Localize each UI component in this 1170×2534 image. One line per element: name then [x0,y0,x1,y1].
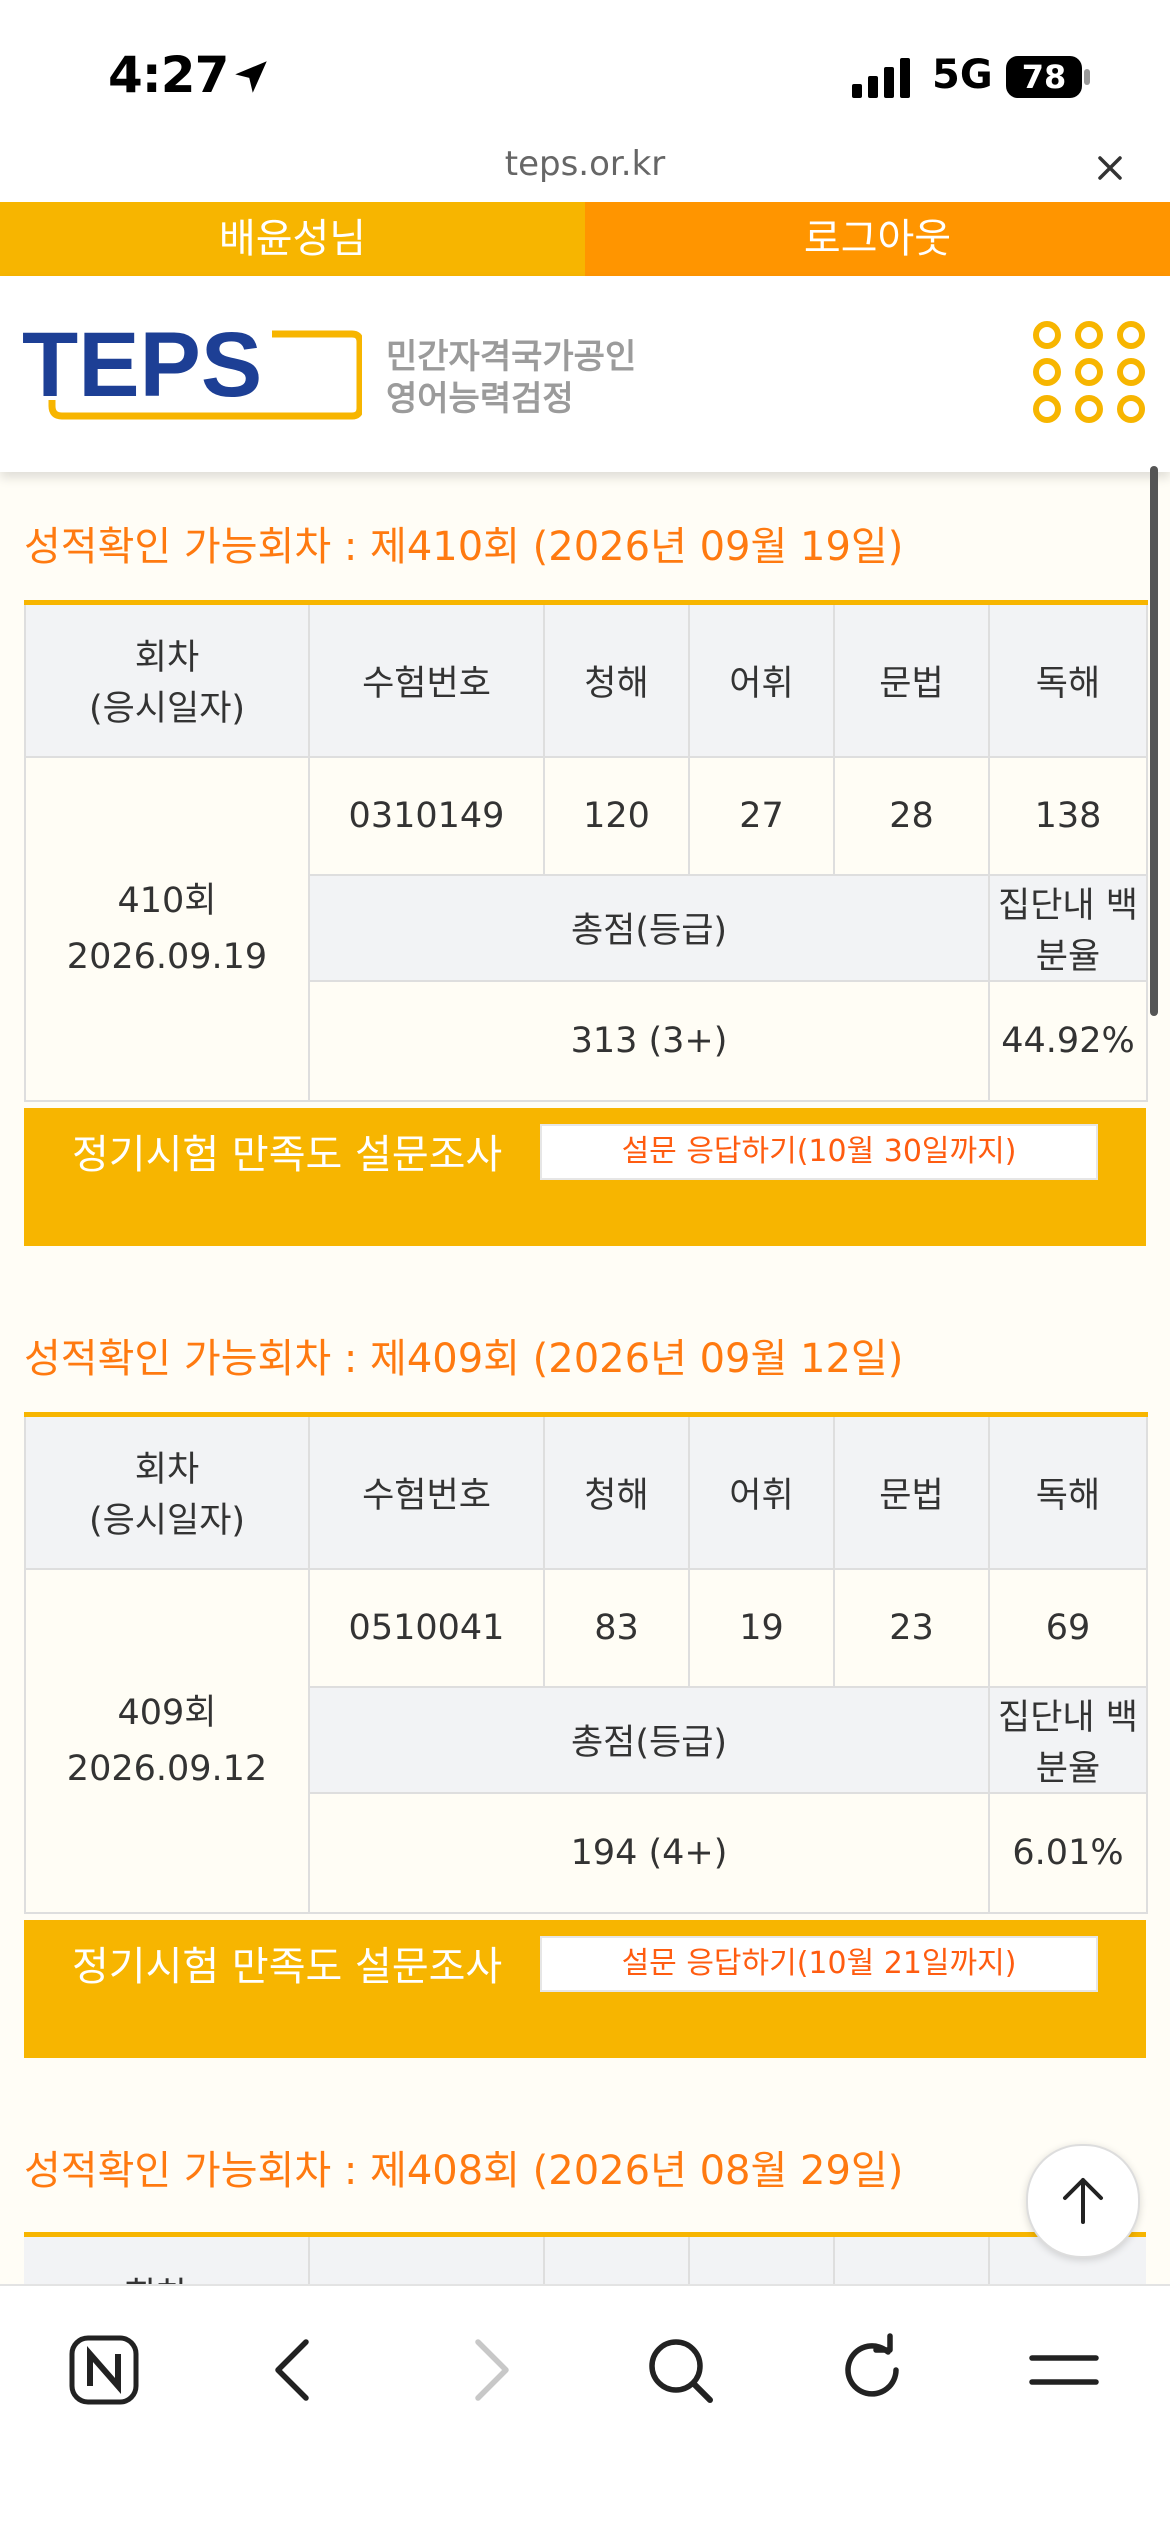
result-409-title: 성적확인 가능회차 : 제409회 (2026년 09월 12일) [24,1336,904,1382]
header-grammar: 문법 [833,601,990,758]
total-score: 194 (4+) [308,1791,990,1914]
forward-icon[interactable] [448,2330,528,2410]
survey-button[interactable]: 설문 응답하기(10월 21일까지) [540,1936,1098,1992]
header-exam-number: 수험번호 [308,1413,545,1570]
header-session: 회차 [124,2267,188,2284]
svg-text:TEPS: TEPS [22,316,262,416]
teps-logo[interactable]: TEPS [22,316,362,426]
header-vocabulary: 어휘 [688,601,835,758]
survey-button[interactable]: 설문 응답하기(10월 30일까지) [540,1124,1098,1180]
header-session-label: 회차 [134,1450,200,1491]
arrow-up-icon [1063,2178,1103,2224]
header-session-label: 회차 [134,638,200,679]
logo-subtitle: 민간자격국가공인 영어능력검정 [386,336,636,420]
browser-url-bar: teps.or.kr [0,140,1170,202]
exam-number-value: 0310149 [308,755,545,876]
session-date: 2026.09.19 [66,936,268,977]
site-header: TEPS 민간자격국가공인 영어능력검정 [0,276,1170,472]
vocabulary-score: 27 [688,755,835,876]
session-number: 409회 [117,1692,217,1733]
cellular-signal-icon [852,58,910,98]
total-score: 313 (3+) [308,979,990,1102]
reading-score: 69 [988,1567,1148,1688]
session-date: 2026.09.12 [66,1748,268,1789]
user-name[interactable]: 배윤성님 [0,202,585,276]
header-reading: 독해 [988,601,1148,758]
status-time: 4:27 [108,46,229,104]
location-arrow-icon [235,61,267,93]
battery-level: 78 [1021,58,1067,96]
listening-score: 83 [543,1567,690,1688]
listening-score: 120 [543,755,690,876]
header-total: 총점(등급) [308,1685,990,1794]
header-listening: 청해 [543,1413,690,1570]
grammar-score: 23 [833,1567,990,1688]
vocabulary-score: 19 [688,1567,835,1688]
status-bar: 4:27 5G 78 [0,0,1170,140]
table-divider [833,2237,835,2284]
logout-button[interactable]: 로그아웃 [585,202,1170,276]
browser-toolbar [0,2284,1170,2534]
table-divider [543,2237,545,2284]
header-percentile: 집단내 백분율 [988,873,1148,982]
table-divider [988,2237,990,2284]
exam-number-value: 0510041 [308,1567,545,1688]
header-grammar: 문법 [833,1413,990,1570]
header-vocabulary: 어휘 [688,1413,835,1570]
logo-subtitle-line1: 민간자격국가공인 [386,337,637,377]
close-icon[interactable] [1090,148,1130,188]
menu-icon[interactable] [1024,2330,1104,2410]
header-session: 회차 (응시일자) [24,1413,310,1570]
score-table-408: 회차 [24,2232,1146,2284]
results-content: 성적확인 가능회차 : 제410회 (2026년 09월 19일) 회차 (응시… [0,472,1170,2284]
session-cell: 410회 2026.09.19 [24,755,310,1102]
header-listening: 청해 [543,601,690,758]
header-session-sub: (응시일자) [88,1501,246,1542]
score-table-410: 회차 (응시일자) 수험번호 청해 어휘 문법 독해 410회 2026.09.… [24,600,1148,1102]
table-divider [688,2237,690,2284]
percentile-value: 44.92% [988,979,1148,1102]
survey-banner-410: 정기시험 만족도 설문조사 설문 응답하기(10월 30일까지) [24,1108,1146,1246]
session-cell: 409회 2026.09.12 [24,1567,310,1914]
header-total: 총점(등급) [308,873,990,982]
survey-label: 정기시험 만족도 설문조사 [72,1944,503,1990]
network-type: 5G [932,52,993,98]
naver-icon[interactable] [64,2330,144,2410]
site-menu-icon[interactable] [1030,318,1148,426]
header-session: 회차 (응시일자) [24,601,310,758]
result-408-title: 성적확인 가능회차 : 제408회 (2026년 08월 29일) [24,2148,904,2194]
scrollbar[interactable] [1150,466,1158,1016]
score-table-409: 회차 (응시일자) 수험번호 청해 어휘 문법 독해 409회 2026.09.… [24,1412,1148,1914]
session-number: 410회 [117,880,217,921]
reading-score: 138 [988,755,1148,876]
header-exam-number: 수험번호 [308,601,545,758]
search-icon[interactable] [640,2330,720,2410]
survey-banner-409: 정기시험 만족도 설문조사 설문 응답하기(10월 21일까지) [24,1920,1146,2058]
survey-label: 정기시험 만족도 설문조사 [72,1132,503,1178]
grammar-score: 28 [833,755,990,876]
result-410-title: 성적확인 가능회차 : 제410회 (2026년 09월 19일) [24,524,904,570]
header-percentile: 집단내 백분율 [988,1685,1148,1794]
header-session-sub: (응시일자) [88,689,246,730]
table-divider [308,2237,310,2284]
scroll-to-top-button[interactable] [1026,2144,1140,2258]
url-text[interactable]: teps.or.kr [0,144,1170,184]
user-bar: 배윤성님 로그아웃 [0,202,1170,276]
logo-subtitle-line2: 영어능력검정 [386,379,574,419]
header-reading: 독해 [988,1413,1148,1570]
reload-icon[interactable] [832,2330,912,2410]
back-icon[interactable] [256,2330,336,2410]
percentile-value: 6.01% [988,1791,1148,1914]
